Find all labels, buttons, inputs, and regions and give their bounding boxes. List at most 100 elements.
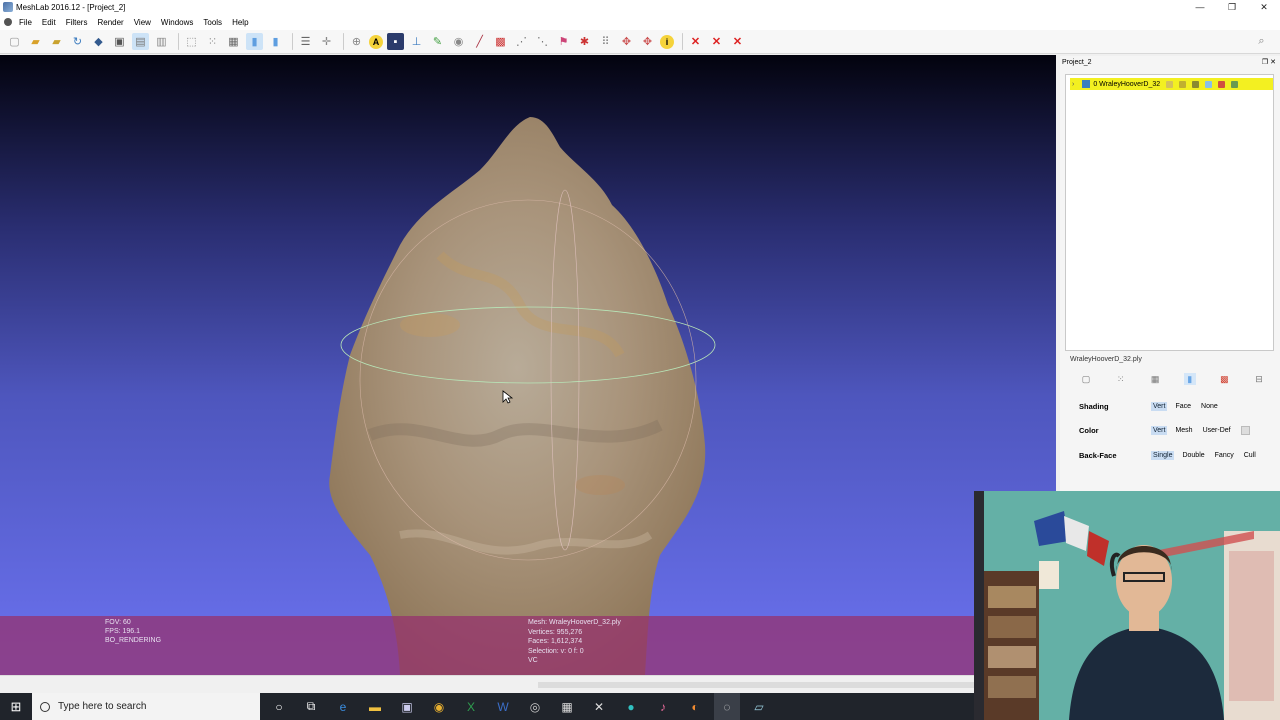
- menu-file[interactable]: File: [14, 18, 37, 27]
- measure-icon[interactable]: ⊥: [408, 33, 425, 50]
- texture-icon[interactable]: ▩: [492, 33, 509, 50]
- search-placeholder: Type here to search: [58, 701, 147, 712]
- visibility-icon[interactable]: [1082, 80, 1091, 88]
- flat-shading-icon[interactable]: ▮: [246, 33, 263, 50]
- menu-windows[interactable]: Windows: [156, 18, 198, 27]
- shading-face-option[interactable]: Face: [1173, 402, 1193, 411]
- layer-item[interactable]: › 0 WraleyHooverD_32: [1070, 78, 1273, 90]
- layer-wire-icon[interactable]: [1192, 80, 1200, 88]
- app-circle-icon[interactable]: ◎: [522, 693, 548, 720]
- select-faces-icon[interactable]: ⋱: [534, 33, 551, 50]
- blender-icon[interactable]: ◐: [682, 693, 708, 720]
- menu-help[interactable]: Help: [227, 18, 253, 27]
- taskbar-search[interactable]: Type here to search: [32, 693, 260, 720]
- edge-icon[interactable]: e: [330, 693, 356, 720]
- backface-double-option[interactable]: Double: [1180, 451, 1206, 460]
- info-icon[interactable]: i: [660, 34, 674, 49]
- pick-icon[interactable]: ⊕: [348, 33, 365, 50]
- excel-icon[interactable]: X: [458, 693, 484, 720]
- fill-tab-icon[interactable]: ▮: [1183, 373, 1196, 385]
- annotate-icon[interactable]: A: [369, 34, 383, 49]
- move-icon[interactable]: ✥: [618, 33, 635, 50]
- layer-smooth-icon[interactable]: [1231, 80, 1239, 88]
- backface-single-option[interactable]: Single: [1151, 451, 1175, 460]
- shading-none-option[interactable]: None: [1199, 402, 1220, 411]
- menu-render[interactable]: Render: [92, 18, 128, 27]
- menu-edit[interactable]: Edit: [37, 18, 61, 27]
- layer-points-icon[interactable]: [1179, 80, 1187, 88]
- close-button[interactable]: ✕: [1248, 0, 1280, 14]
- wireframe-icon[interactable]: ▦: [225, 33, 242, 50]
- fill-icon[interactable]: ⠿: [597, 33, 614, 50]
- layer-texture-icon[interactable]: [1218, 80, 1226, 88]
- file-explorer-icon[interactable]: ▬: [362, 693, 388, 720]
- task-view-icon[interactable]: ⧉: [298, 693, 324, 720]
- scrollbar-thumb[interactable]: [538, 682, 974, 688]
- panel-float-close-icon[interactable]: ❐ ✕: [1262, 58, 1276, 66]
- itunes-icon[interactable]: ♪: [650, 693, 676, 720]
- delete-icon[interactable]: ✕: [687, 33, 704, 50]
- expand-arrow-icon[interactable]: ›: [1072, 81, 1074, 88]
- align-icon[interactable]: ⚑: [555, 33, 572, 50]
- menu-tools[interactable]: Tools: [198, 18, 227, 27]
- mesh-name-label: Mesh: WraleyHooverD_32.ply: [528, 619, 621, 626]
- overlay-tab-icon[interactable]: ⊟: [1253, 373, 1265, 385]
- search-icon[interactable]: ⌕: [1253, 33, 1270, 50]
- points-tab-icon[interactable]: ⁙: [1115, 373, 1127, 385]
- backface-cull-option[interactable]: Cull: [1242, 451, 1258, 460]
- snapshot-icon[interactable]: ▣: [111, 33, 128, 50]
- shading-label: Shading: [1079, 402, 1109, 411]
- mesh-file-name: WraleyHooverD_32.ply: [1070, 356, 1142, 363]
- mesh-rendering: [329, 117, 716, 675]
- color-mesh-option[interactable]: Mesh: [1173, 426, 1194, 435]
- render-icon[interactable]: ◉: [450, 33, 467, 50]
- color-swatch[interactable]: [1240, 426, 1250, 435]
- open-project-icon[interactable]: ▰: [27, 33, 44, 50]
- select-connected-icon[interactable]: ✱: [576, 33, 593, 50]
- paint-icon[interactable]: ✎: [429, 33, 446, 50]
- select-vertices-icon[interactable]: ⋰: [513, 33, 530, 50]
- minimize-button[interactable]: —: [1184, 0, 1216, 14]
- 3d-viewport[interactable]: FOV: 60 FPS: 196.1 BO_RENDERING Mesh: Wr…: [0, 55, 1056, 675]
- maximize-button[interactable]: ❐: [1216, 0, 1248, 14]
- brush-icon[interactable]: ╱: [471, 33, 488, 50]
- wire-tab-icon[interactable]: ▦: [1149, 373, 1161, 385]
- backface-fancy-option[interactable]: Fancy: [1213, 451, 1236, 460]
- system-menu-icon[interactable]: [4, 18, 12, 26]
- print-icon[interactable]: ▥: [153, 33, 170, 50]
- texture-tab-icon[interactable]: ▩: [1218, 373, 1230, 385]
- delete-faces-icon[interactable]: ✕: [708, 33, 725, 50]
- horizontal-scrollbar[interactable]: [0, 675, 974, 693]
- quality-icon[interactable]: ▪: [387, 33, 404, 50]
- chrome-icon[interactable]: ◉: [426, 693, 452, 720]
- reload-icon[interactable]: ↻: [69, 33, 86, 50]
- layers-icon[interactable]: ▤: [132, 33, 149, 50]
- notes-icon[interactable]: ▱: [746, 693, 772, 720]
- import-mesh-icon[interactable]: ▰: [48, 33, 65, 50]
- new-project-icon[interactable]: ▢: [6, 33, 23, 50]
- manipulator-icon[interactable]: ✛: [318, 33, 335, 50]
- maps-icon[interactable]: ●: [618, 693, 644, 720]
- word-icon[interactable]: W: [490, 693, 516, 720]
- bbox-tab-icon[interactable]: ▢: [1080, 373, 1092, 385]
- shading-vert-option[interactable]: Vert: [1151, 402, 1168, 411]
- smooth-shading-icon[interactable]: ▮: [267, 33, 284, 50]
- menu-view[interactable]: View: [129, 18, 156, 27]
- points-icon[interactable]: ⁙: [204, 33, 221, 50]
- layer-box-icon[interactable]: [1166, 80, 1174, 88]
- store-icon[interactable]: ▣: [394, 693, 420, 720]
- bbox-icon[interactable]: ⬚: [183, 33, 200, 50]
- export-mesh-icon[interactable]: ◆: [90, 33, 107, 50]
- flatten-icon[interactable]: ✥: [639, 33, 656, 50]
- cortana-icon[interactable]: ○: [266, 693, 292, 720]
- layer-flat-icon[interactable]: [1205, 80, 1213, 88]
- delete-vertices-icon[interactable]: ✕: [729, 33, 746, 50]
- color-userdef-option[interactable]: User-Def: [1201, 426, 1233, 435]
- meshlab-taskbar-icon[interactable]: ◌: [714, 693, 740, 720]
- calculator-icon[interactable]: ▦: [554, 693, 580, 720]
- windows-start-icon[interactable]: ⊞: [0, 693, 32, 720]
- tool-icon[interactable]: ✕: [586, 693, 612, 720]
- menu-filters[interactable]: Filters: [61, 18, 93, 27]
- color-vert-option[interactable]: Vert: [1151, 426, 1168, 435]
- lighting-icon[interactable]: ☰: [297, 33, 314, 50]
